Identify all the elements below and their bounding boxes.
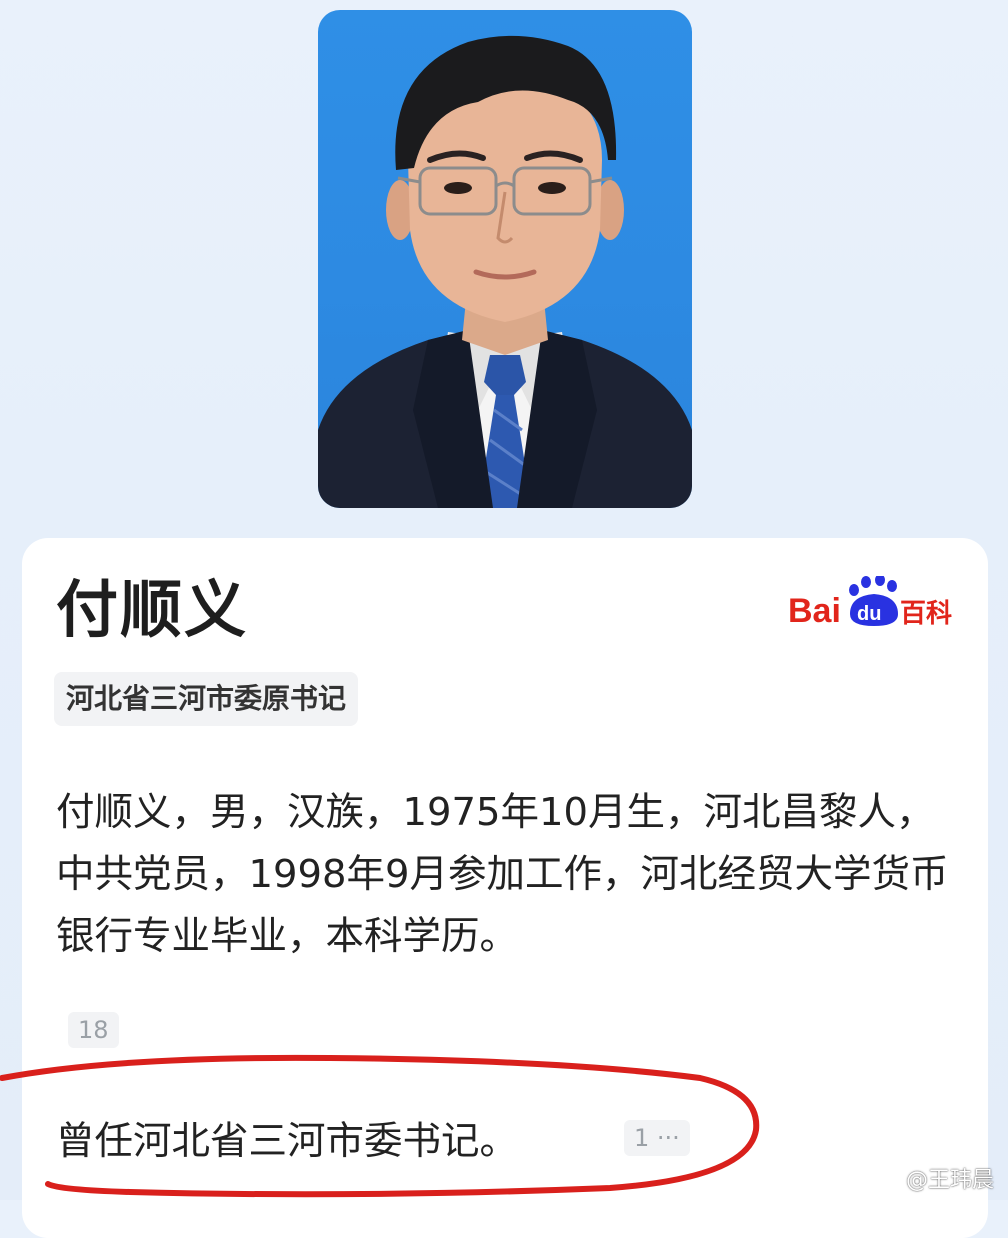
- watermark-handle: @王玮晨: [905, 1168, 994, 1193]
- former-post-text: 曾任河北省三河市委书记。: [56, 1119, 519, 1164]
- weibo-icon: [869, 1168, 899, 1190]
- portrait-photo[interactable]: [318, 10, 692, 508]
- bio-text: 付顺义，男，汉族，1975年10月生，河北昌黎人，中共党员，1998年9月参加工…: [56, 790, 949, 959]
- person-name: 付顺义: [56, 573, 249, 646]
- reference-badge[interactable]: 18: [68, 1012, 119, 1048]
- info-card: 付顺义 Bai du 百科 河北省三河市委原书记 付顺义，男，汉族，1975年1…: [22, 538, 988, 1238]
- reference-badge-more[interactable]: 1 ···: [624, 1120, 690, 1156]
- weibo-watermark: @王玮晨: [869, 1162, 994, 1194]
- svg-text:Bai: Bai: [788, 592, 841, 630]
- title-tag[interactable]: 河北省三河市委原书记: [54, 672, 359, 726]
- svg-text:百科: 百科: [900, 599, 952, 629]
- svg-text:du: du: [857, 603, 881, 625]
- baidu-baike-logo[interactable]: Bai du 百科: [788, 576, 956, 636]
